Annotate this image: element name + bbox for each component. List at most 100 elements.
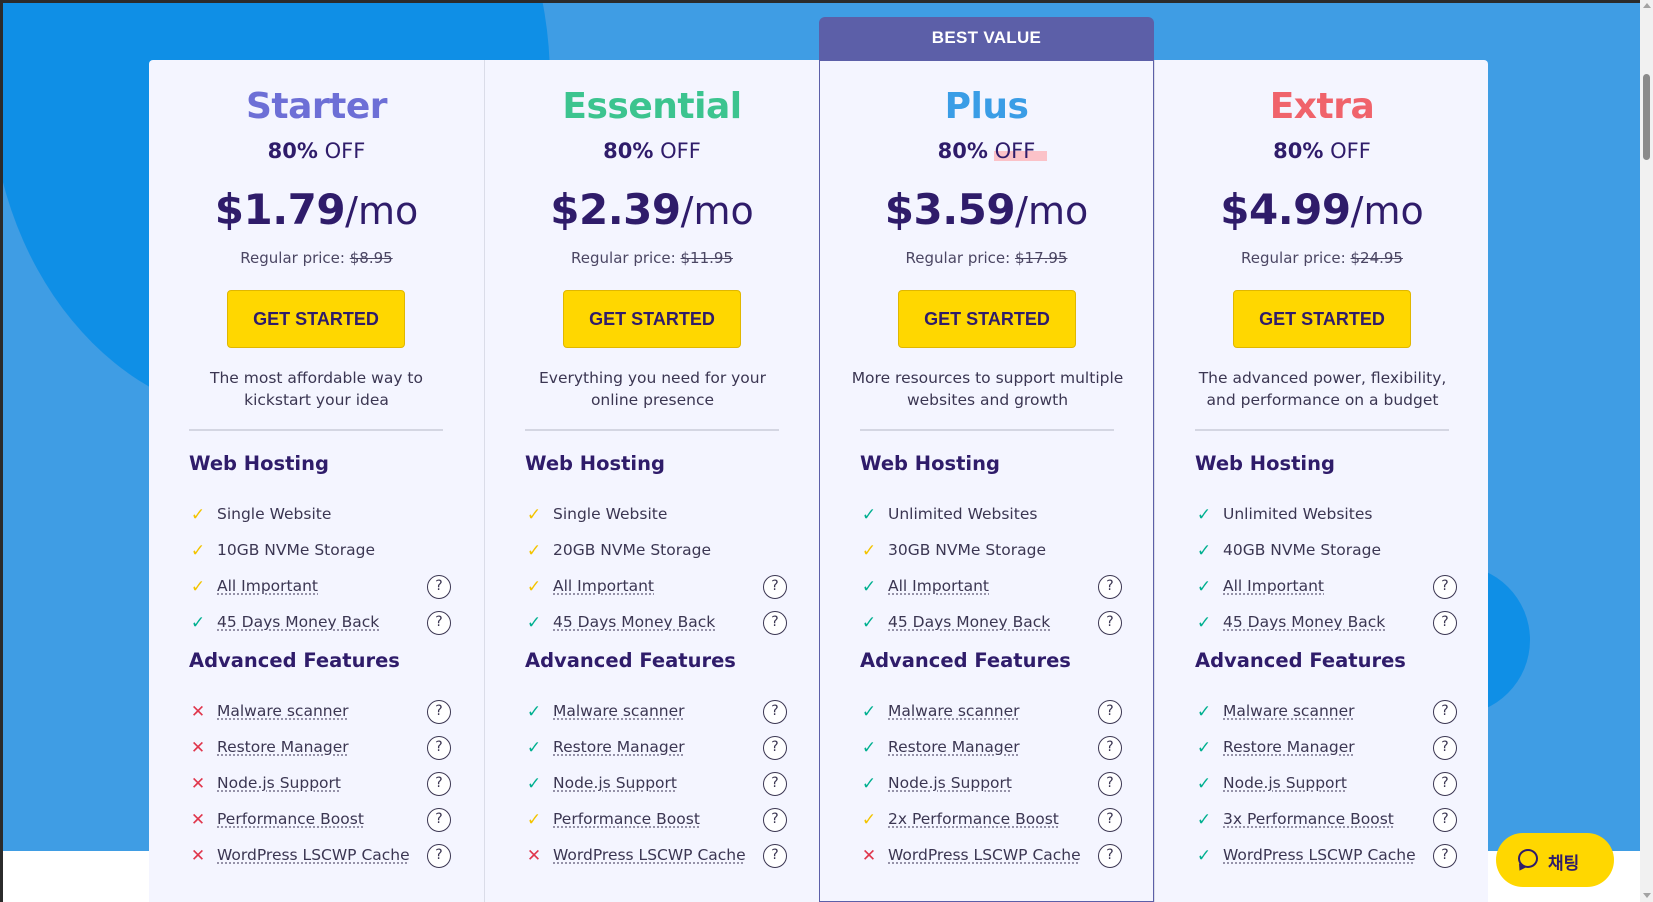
chat-button[interactable]: 채팅 — [1496, 833, 1614, 887]
check-icon: ✓ — [1196, 577, 1212, 597]
help-icon[interactable]: ? — [763, 611, 787, 635]
feature-label[interactable]: Restore Manager — [217, 738, 349, 756]
feature-label[interactable]: Restore Manager — [1223, 738, 1355, 756]
discount-off: OFF — [994, 139, 1036, 163]
feature-label[interactable]: Performance Boost — [217, 810, 364, 828]
help-icon[interactable]: ? — [427, 700, 451, 724]
help-icon[interactable]: ? — [1098, 808, 1122, 832]
cross-icon: ✕ — [190, 702, 206, 722]
help-icon[interactable]: ? — [427, 808, 451, 832]
help-icon[interactable]: ? — [427, 736, 451, 760]
help-icon[interactable]: ? — [1098, 575, 1122, 599]
feature-label: Single Website — [217, 505, 332, 523]
feature-label[interactable]: Malware scanner — [553, 702, 685, 720]
feature-label[interactable]: Restore Manager — [888, 738, 1020, 756]
feature-label[interactable]: Performance Boost — [553, 810, 700, 828]
feature-item: ✓ Single Website — [525, 504, 787, 530]
feature-label[interactable]: 3x Performance Boost — [1223, 810, 1394, 828]
plan-extra: Extra 80% OFF $4.99/mo Regular price: $2… — [1154, 60, 1489, 902]
feature-label[interactable]: Node.js Support — [888, 774, 1012, 792]
feature-item: ✓ Performance Boost ? — [525, 808, 787, 835]
feature-label[interactable]: Node.js Support — [1223, 774, 1347, 792]
price-amount: $3.59 — [884, 185, 1016, 234]
feature-label[interactable]: 45 Days Money Back — [553, 613, 715, 631]
feature-label[interactable]: All Important — [553, 577, 654, 595]
help-icon[interactable]: ? — [1433, 611, 1457, 635]
divider — [1195, 429, 1449, 431]
help-icon[interactable]: ? — [763, 736, 787, 760]
scroll-up-icon[interactable] — [1643, 3, 1651, 8]
check-icon: ✓ — [1196, 505, 1212, 525]
help-icon[interactable]: ? — [1433, 772, 1457, 796]
feature-label[interactable]: WordPress LSCWP Cache — [1223, 846, 1416, 864]
regular-price-value: $24.95 — [1350, 249, 1403, 267]
help-icon[interactable]: ? — [1098, 772, 1122, 796]
feature-item: ✓ Restore Manager ? — [1195, 736, 1457, 763]
regular-price: Regular price: $8.95 — [149, 249, 484, 267]
help-icon[interactable]: ? — [427, 844, 451, 868]
help-icon[interactable]: ? — [1098, 700, 1122, 724]
plan-name: Extra — [1269, 86, 1375, 127]
check-icon: ✓ — [190, 541, 206, 561]
feature-item: ✕ Performance Boost ? — [189, 808, 451, 835]
feature-label[interactable]: 45 Days Money Back — [1223, 613, 1385, 631]
feature-label[interactable]: Node.js Support — [553, 774, 677, 792]
feature-label[interactable]: Node.js Support — [217, 774, 341, 792]
feature-item: ✓ All Important ? — [189, 575, 451, 602]
discount-label: 80% OFF — [485, 139, 819, 163]
help-icon[interactable]: ? — [1433, 808, 1457, 832]
feature-label[interactable]: Restore Manager — [553, 738, 685, 756]
feature-label[interactable]: 45 Days Money Back — [217, 613, 379, 631]
check-icon: ✓ — [861, 541, 877, 561]
feature-label[interactable]: 2x Performance Boost — [888, 810, 1059, 828]
check-icon: ✓ — [1196, 774, 1212, 794]
feature-item: ✓ 45 Days Money Back ? — [860, 611, 1122, 638]
help-icon[interactable]: ? — [1433, 736, 1457, 760]
help-icon[interactable]: ? — [763, 772, 787, 796]
help-icon[interactable]: ? — [1098, 736, 1122, 760]
feature-label[interactable]: WordPress LSCWP Cache — [553, 846, 746, 864]
help-icon[interactable]: ? — [763, 700, 787, 724]
advanced-features-title: Advanced Features — [860, 649, 1071, 672]
feature-item: ✓ All Important ? — [525, 575, 787, 602]
scrollbar[interactable] — [1640, 0, 1653, 902]
help-icon[interactable]: ? — [1433, 844, 1457, 868]
get-started-button[interactable]: GET STARTED — [898, 290, 1076, 348]
feature-label[interactable]: All Important — [888, 577, 989, 595]
feature-label[interactable]: Malware scanner — [888, 702, 1020, 720]
get-started-button[interactable]: GET STARTED — [1233, 290, 1411, 348]
feature-label[interactable]: WordPress LSCWP Cache — [217, 846, 410, 864]
help-icon[interactable]: ? — [427, 611, 451, 635]
check-icon: ✓ — [861, 774, 877, 794]
help-icon[interactable]: ? — [427, 575, 451, 599]
help-icon[interactable]: ? — [1433, 575, 1457, 599]
feature-label[interactable]: 45 Days Money Back — [888, 613, 1050, 631]
help-icon[interactable]: ? — [1433, 700, 1457, 724]
feature-label[interactable]: All Important — [1223, 577, 1324, 595]
help-icon[interactable]: ? — [427, 772, 451, 796]
discount-label: 80% OFF — [149, 139, 484, 163]
feature-item: ✓ 45 Days Money Back ? — [525, 611, 787, 638]
feature-label[interactable]: Malware scanner — [1223, 702, 1355, 720]
help-icon[interactable]: ? — [763, 808, 787, 832]
feature-item: ✓ Node.js Support ? — [525, 772, 787, 799]
help-icon[interactable]: ? — [763, 844, 787, 868]
feature-label[interactable]: WordPress LSCWP Cache — [888, 846, 1081, 864]
scroll-down-icon[interactable] — [1643, 893, 1651, 898]
check-icon: ✓ — [1196, 846, 1212, 866]
check-icon: ✓ — [1196, 702, 1212, 722]
help-icon[interactable]: ? — [1098, 611, 1122, 635]
help-icon[interactable]: ? — [763, 575, 787, 599]
get-started-button[interactable]: GET STARTED — [227, 290, 405, 348]
feature-label: 20GB NVMe Storage — [553, 541, 711, 559]
check-icon: ✓ — [526, 702, 542, 722]
feature-label[interactable]: All Important — [217, 577, 318, 595]
plan-starter: Starter 80% OFF $1.79/mo Regular price: … — [149, 60, 484, 902]
help-icon[interactable]: ? — [1098, 844, 1122, 868]
cross-icon: ✕ — [861, 846, 877, 866]
feature-label[interactable]: Malware scanner — [217, 702, 349, 720]
get-started-button[interactable]: GET STARTED — [563, 290, 741, 348]
plan-description: Everything you need for your online pres… — [538, 369, 766, 409]
scroll-thumb[interactable] — [1643, 74, 1650, 160]
check-icon: ✓ — [526, 577, 542, 597]
